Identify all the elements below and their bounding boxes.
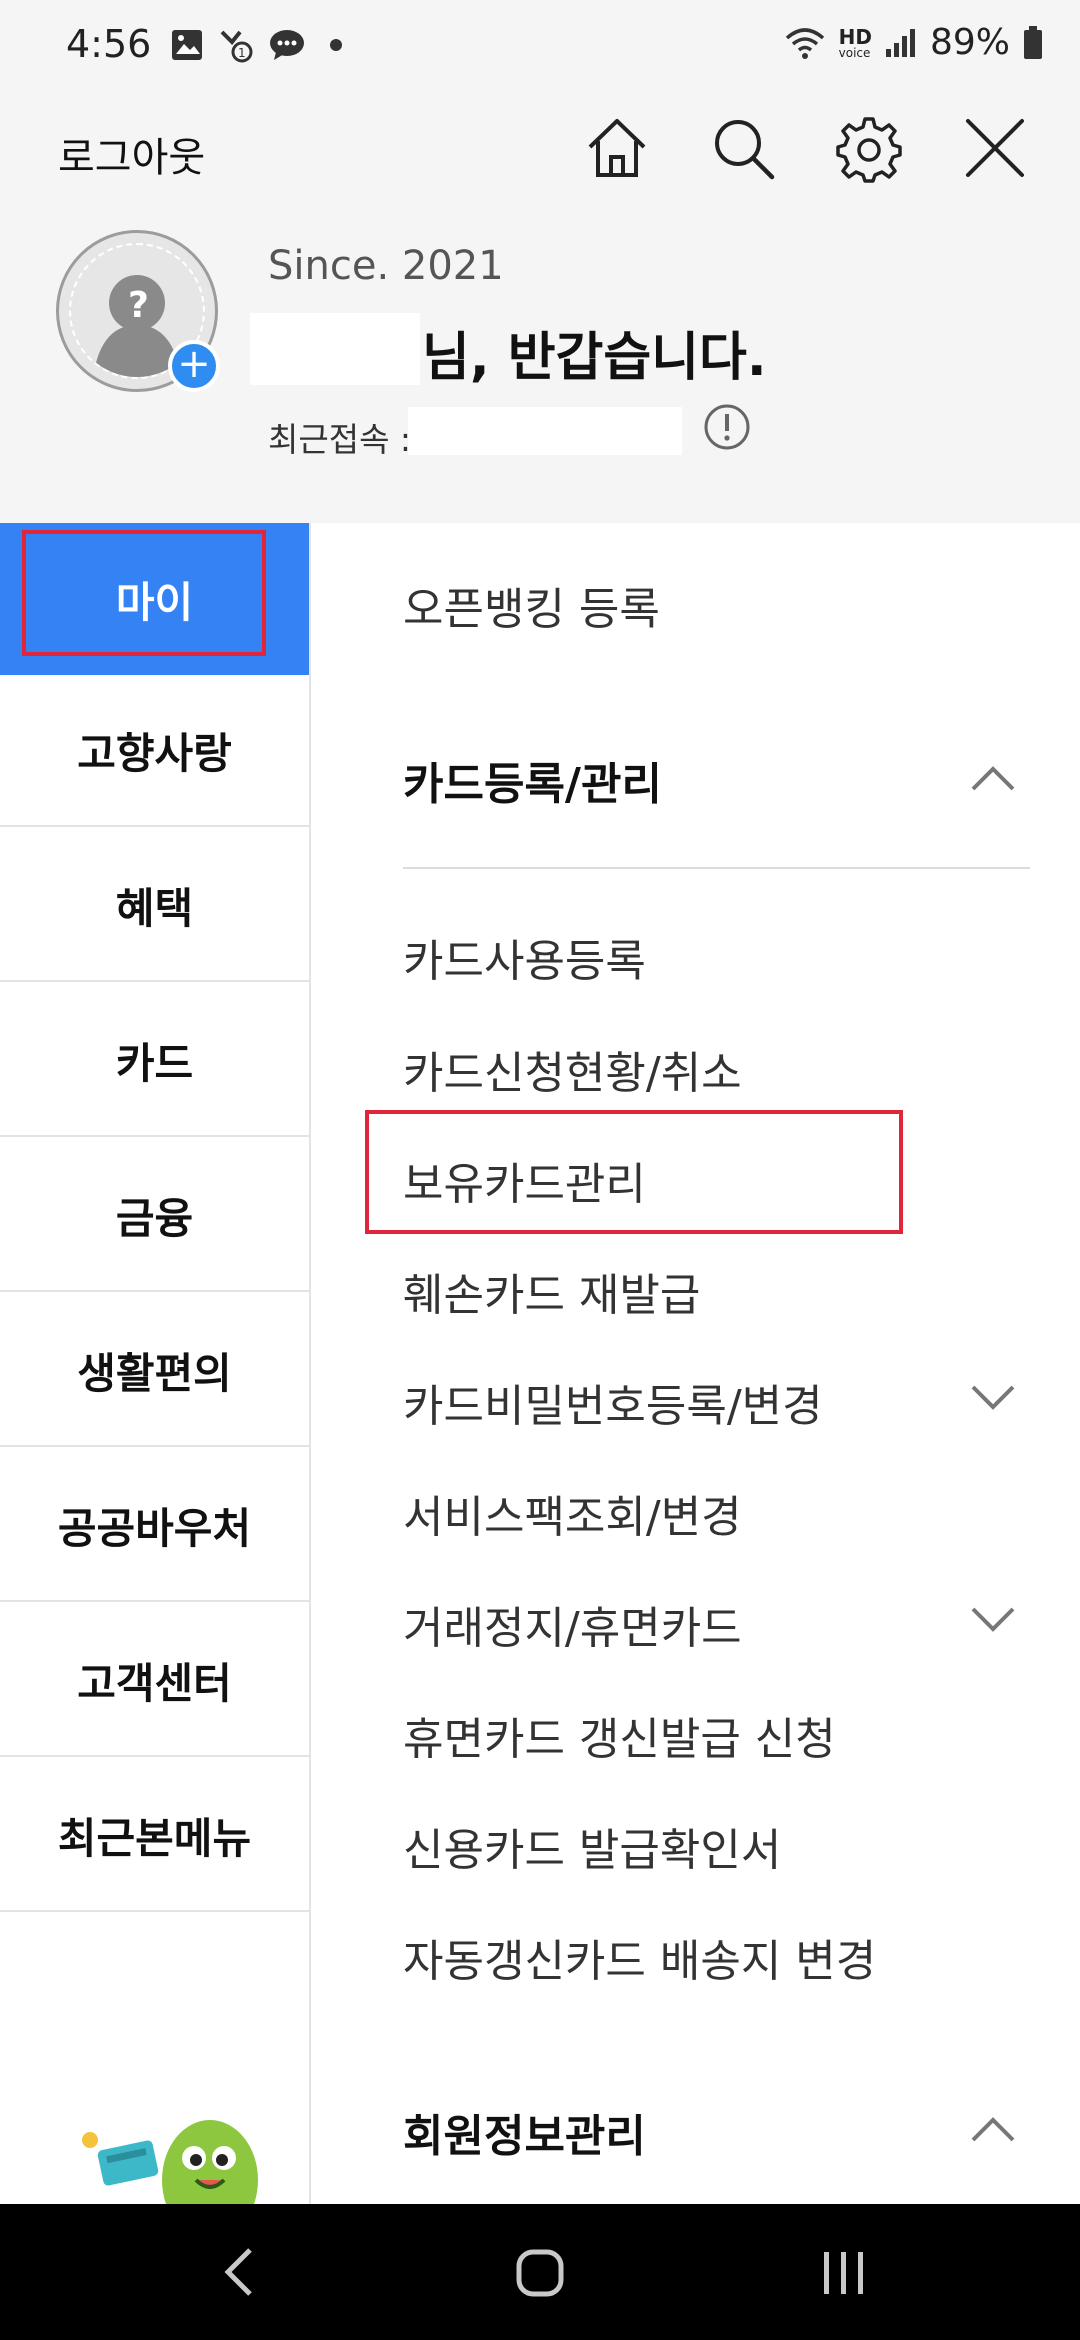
system-indicators: HD voice 89%	[783, 22, 1044, 63]
sidebar-item-hometown[interactable]: 고향사랑	[0, 675, 309, 827]
sidebar-item-finance[interactable]: 금융	[0, 1140, 309, 1292]
menu-dormant-card-renewal[interactable]: 휴면카드 갱신발급 신청	[403, 1703, 836, 1767]
more-notifications-dot	[330, 39, 342, 51]
menu-open-banking[interactable]: 오픈뱅킹 등록	[403, 573, 660, 637]
account-header: 로그아웃 ? + Since. 2021 님, 반갑습니다. 최근접속 :	[0, 95, 1080, 523]
greeting-text: 님, 반갑습니다.	[422, 328, 767, 388]
gallery-icon	[172, 30, 202, 60]
battery-icon	[1024, 25, 1042, 59]
menu-card-usage-registration[interactable]: 카드사용등록	[403, 925, 646, 989]
status-time: 4:56	[66, 22, 152, 66]
signal-icon	[885, 28, 915, 57]
section-divider	[403, 867, 1030, 869]
notification-icons: 1	[170, 26, 342, 64]
mascot-illustration	[82, 2120, 258, 2204]
member-since: Since. 2021	[268, 243, 504, 289]
message-icon	[270, 30, 304, 60]
chevron-down-icon[interactable]	[970, 1382, 1016, 1412]
search-icon[interactable]	[708, 113, 778, 183]
info-icon[interactable]	[703, 403, 751, 451]
sidebar-highlight-box	[22, 530, 266, 656]
sidebar-item-benefits[interactable]: 혜택	[0, 830, 309, 982]
sidebar-item-recent-menu[interactable]: 최근본메뉴	[0, 1760, 309, 1912]
recent-apps-icon[interactable]	[820, 2250, 868, 2296]
section-member-info[interactable]: 회원정보관리	[403, 2100, 646, 2164]
logout-button[interactable]: 로그아웃	[58, 125, 205, 183]
hd-label: HD	[838, 24, 872, 49]
svg-text:1: 1	[238, 46, 246, 60]
menu-card-pin-change[interactable]: 카드비밀번호등록/변경	[403, 1370, 823, 1434]
menu-card-application-status[interactable]: 카드신청현황/취소	[403, 1037, 742, 1101]
home-button-icon[interactable]	[515, 2248, 565, 2298]
close-icon[interactable]	[960, 113, 1030, 183]
section-card-management[interactable]: 카드등록/관리	[403, 748, 662, 812]
chevron-down-icon[interactable]	[970, 1604, 1016, 1634]
status-bar: 4:56 1 HD voice 89%	[0, 0, 1080, 95]
gear-icon[interactable]	[834, 113, 904, 183]
battery-percent: 89%	[929, 22, 1010, 63]
menu-damaged-card-reissue[interactable]: 훼손카드 재발급	[403, 1259, 700, 1323]
wifi-icon	[785, 27, 824, 59]
menu-suspend-dormant-card[interactable]: 거래정지/휴면카드	[403, 1592, 742, 1656]
back-icon[interactable]	[222, 2246, 256, 2298]
sidebar-item-customer-center[interactable]: 고객센터	[0, 1605, 309, 1757]
menu-credit-card-certificate[interactable]: 신용카드 발급확인서	[403, 1814, 781, 1878]
add-photo-button[interactable]: +	[168, 340, 220, 392]
voice-label: voice	[838, 45, 871, 60]
home-icon[interactable]	[582, 113, 652, 183]
menu-service-pack[interactable]: 서비스팩조회/변경	[403, 1481, 742, 1545]
chevron-up-icon[interactable]	[970, 763, 1016, 793]
redacted-recent-login	[408, 407, 682, 455]
sidebar-item-public-voucher[interactable]: 공공바우처	[0, 1450, 309, 1602]
svg-text:?: ?	[128, 285, 149, 326]
menu-auto-renewal-address[interactable]: 자동갱신카드 배송지 변경	[403, 1925, 876, 1989]
menu-highlight-box	[365, 1110, 903, 1234]
redacted-username	[250, 313, 420, 385]
sidebar-item-life[interactable]: 생활편의	[0, 1295, 309, 1447]
hd-voice-badge: HD voice	[839, 27, 872, 59]
chevron-up-icon[interactable]	[970, 2114, 1016, 2144]
recent-login-label: 최근접속 :	[268, 420, 412, 459]
sidebar-item-card[interactable]: 카드	[0, 985, 309, 1137]
system-nav-bar	[0, 2204, 1080, 2340]
missed-call-icon: 1	[220, 30, 253, 63]
